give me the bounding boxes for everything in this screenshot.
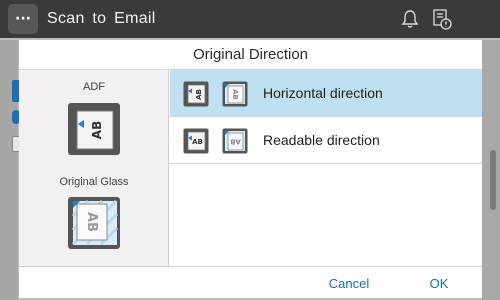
- direction-option-list: AB AB Horizontal direction AB AB Readabl…: [170, 70, 482, 266]
- svg-text:AB: AB: [231, 89, 239, 100]
- original-glass-label: Original Glass: [59, 176, 129, 188]
- adf-readable-icon: AB: [183, 128, 209, 154]
- menu-button[interactable]: ···: [8, 4, 38, 34]
- bell-icon: [401, 10, 419, 28]
- app-title: Scan to Email: [47, 10, 156, 27]
- original-placement-panel: ADF AB Original Glass AB: [19, 70, 169, 266]
- glass-readable-icon: AB: [222, 128, 248, 154]
- svg-text:AB: AB: [84, 212, 99, 232]
- adf-horizontal-icon: AB: [183, 81, 209, 107]
- background-left-strip: [0, 40, 18, 300]
- job-history-icon: [433, 9, 452, 30]
- svg-text:AB: AB: [195, 89, 203, 100]
- option-horizontal-direction-label: Horizontal direction: [263, 85, 383, 101]
- glass-horizontal-icon: AB: [222, 81, 248, 107]
- dialog-title: Original Direction: [19, 40, 482, 70]
- job-history-button[interactable]: [430, 7, 454, 31]
- background-scrollbar: [490, 150, 496, 210]
- dialog-footer: Cancel OK: [19, 266, 482, 298]
- svg-text:AB: AB: [192, 138, 203, 146]
- original-direction-dialog: Original Direction ADF AB Original Glass…: [19, 40, 482, 298]
- top-bar: ··· Scan to Email: [0, 0, 500, 38]
- ok-button[interactable]: OK: [414, 267, 464, 299]
- original-glass-icon: AB: [68, 197, 120, 249]
- option-readable-direction-label: Readable direction: [263, 132, 380, 148]
- adf-label: ADF: [83, 81, 105, 93]
- notification-button[interactable]: [398, 7, 422, 31]
- option-readable-direction[interactable]: AB AB Readable direction: [170, 117, 482, 164]
- svg-text:AB: AB: [230, 138, 241, 146]
- cancel-button[interactable]: Cancel: [319, 267, 379, 299]
- adf-original-icon: AB: [68, 103, 120, 155]
- option-horizontal-direction[interactable]: AB AB Horizontal direction: [170, 70, 482, 117]
- svg-text:AB: AB: [90, 121, 104, 139]
